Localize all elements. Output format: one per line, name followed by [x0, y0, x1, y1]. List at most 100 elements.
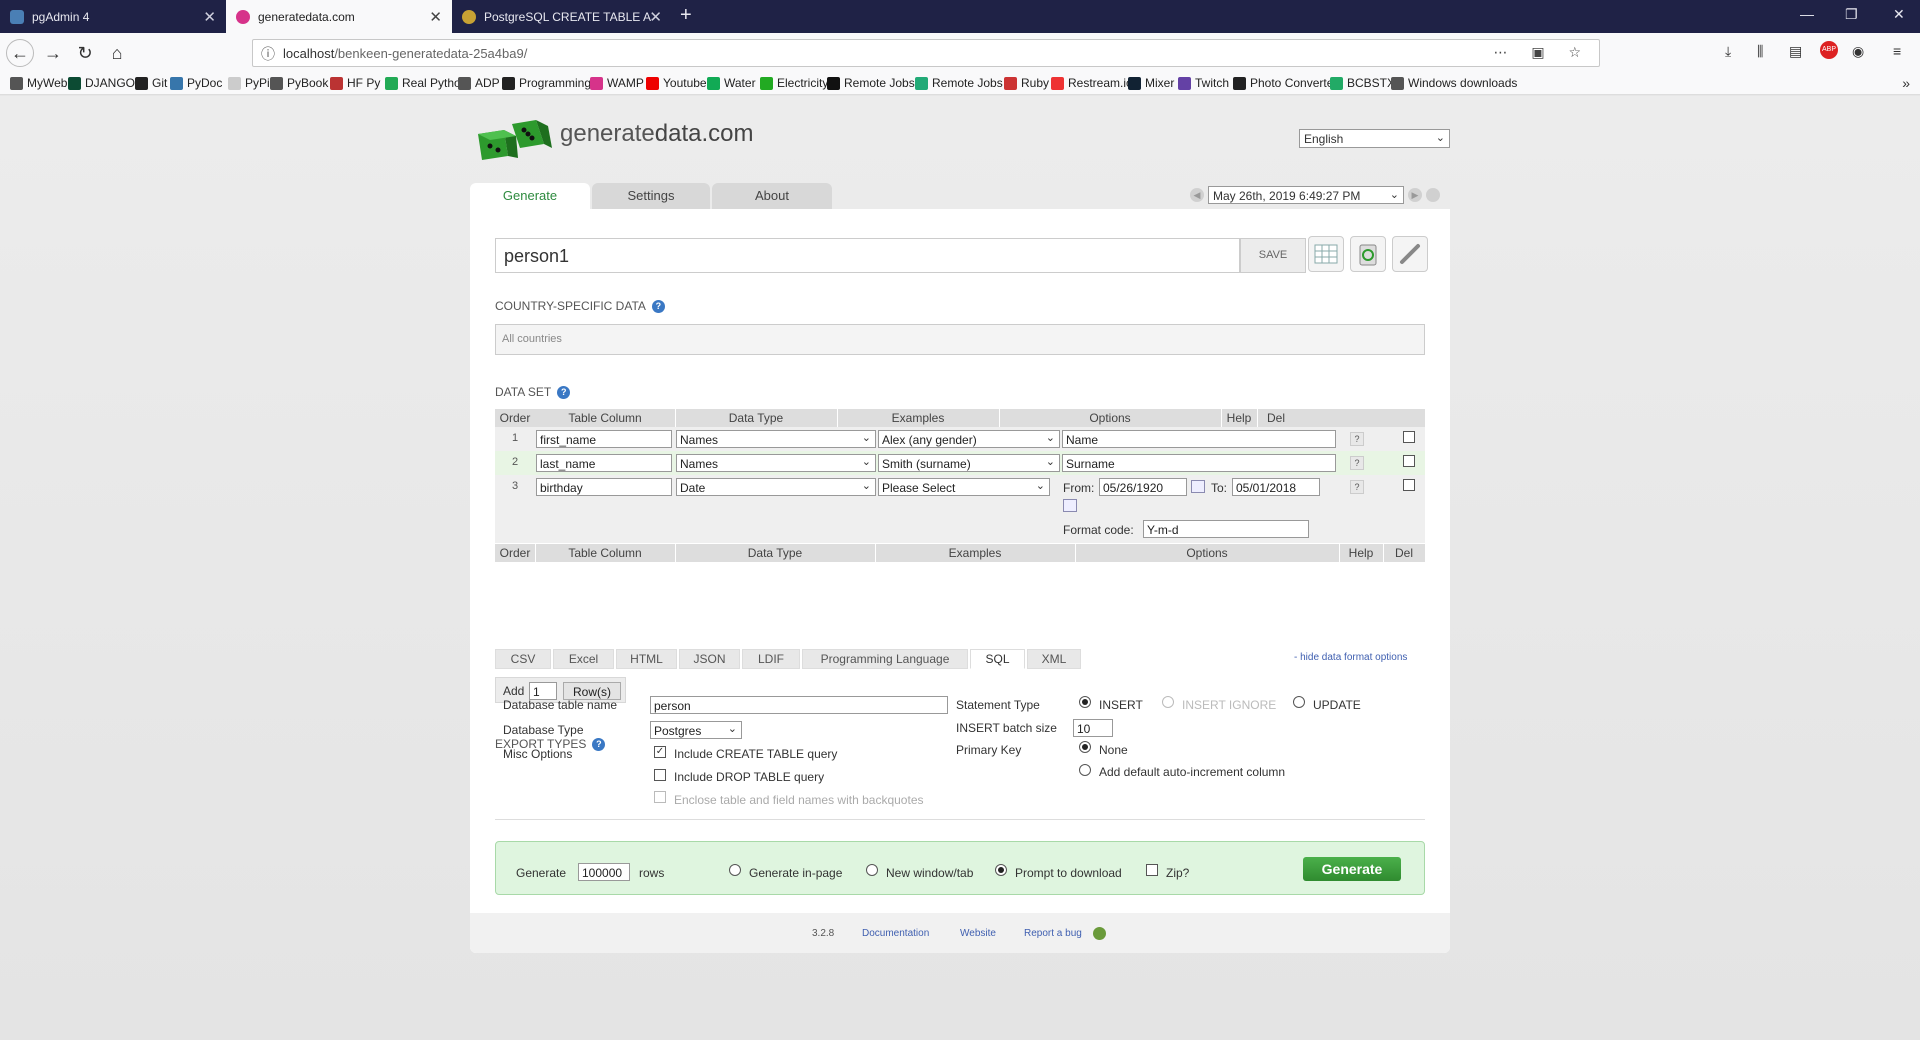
tab-csv[interactable]: CSV — [495, 649, 551, 669]
tab-programming-language[interactable]: Programming Language — [802, 649, 968, 669]
table-column-input[interactable]: first_name — [536, 430, 672, 448]
restore-icon[interactable]: ❐ — [1845, 6, 1858, 23]
new-window-radio[interactable] — [866, 864, 878, 876]
help-button[interactable]: ? — [1350, 432, 1364, 446]
data-type-select[interactable]: Names ⌄ — [676, 430, 876, 448]
browser-tab-generatedata[interactable]: generatedata.com ✕ — [226, 0, 452, 33]
tab-about[interactable]: About — [712, 183, 832, 209]
examples-select[interactable]: Smith (surname) ⌄ — [878, 454, 1060, 472]
help-icon[interactable]: ? — [557, 385, 571, 399]
country-input[interactable]: All countries — [495, 324, 1425, 355]
prompt-download-radio[interactable] — [995, 864, 1007, 876]
language-select[interactable]: English ⌄ — [1299, 129, 1450, 148]
website-link[interactable]: Website — [960, 928, 996, 939]
table-column-input[interactable]: birthday — [536, 478, 672, 496]
close-icon[interactable]: ✕ — [203, 8, 216, 26]
next-arrow-icon[interactable]: ▶ — [1408, 188, 1422, 202]
create-table-checkbox[interactable]: ✓ — [654, 746, 666, 758]
tab-html[interactable]: HTML — [616, 649, 677, 669]
browser-tab-pgadmin[interactable]: pgAdmin 4 ✕ — [0, 0, 226, 33]
pk-auto-radio[interactable] — [1079, 764, 1091, 776]
help-button[interactable]: ? — [1350, 456, 1364, 470]
options-input[interactable]: Name — [1062, 430, 1336, 448]
menu-icon[interactable]: ≡ — [1893, 43, 1901, 59]
more-bookmarks-icon[interactable]: » — [1902, 75, 1910, 91]
minimize-icon[interactable]: — — [1800, 6, 1814, 22]
tab-sql[interactable]: SQL — [970, 649, 1025, 669]
bookmark-pybook[interactable]: PyBook — [270, 76, 328, 90]
date-select[interactable]: May 26th, 2019 6:49:27 PM ⌄ — [1208, 186, 1404, 204]
calendar-icon[interactable] — [1191, 480, 1205, 493]
bookmark-remote-jobs-2[interactable]: Remote Jobs 2 — [915, 76, 1013, 90]
downloads-icon[interactable]: ⤓ — [1725, 43, 1731, 60]
zip-checkbox[interactable] — [1146, 864, 1158, 876]
forward-icon[interactable]: → — [40, 41, 66, 65]
batch-size-input[interactable]: 10 — [1073, 719, 1113, 737]
bookmark-pydoc[interactable]: PyDoc — [170, 76, 222, 90]
sidebar-icon[interactable]: ▤ — [1789, 43, 1802, 60]
bookmark-electricity[interactable]: Electricity — [760, 76, 828, 90]
data-type-select[interactable]: Names ⌄ — [676, 454, 876, 472]
examples-select[interactable]: Alex (any gender) ⌄ — [878, 430, 1060, 448]
clear-button[interactable] — [1350, 236, 1386, 272]
date-to-input[interactable]: 05/01/2018 — [1232, 478, 1320, 496]
bookmark-restream-io[interactable]: Restream.io — [1051, 76, 1133, 90]
table-name-input[interactable]: person — [650, 696, 948, 714]
new-tab-icon[interactable]: + — [680, 4, 692, 27]
close-icon[interactable]: ✕ — [649, 8, 662, 26]
report-bug-link[interactable]: Report a bug — [1024, 928, 1082, 939]
drop-table-checkbox[interactable] — [654, 769, 666, 781]
row-count-input[interactable]: 100000 — [578, 863, 630, 881]
insert-ignore-radio[interactable] — [1162, 696, 1174, 708]
tab-json[interactable]: JSON — [679, 649, 740, 669]
bookmark-bcbstx[interactable]: BCBSTX — [1330, 76, 1395, 90]
bookmark-windows-downloads[interactable]: Windows downloads — [1391, 76, 1517, 90]
bookmark-real-python[interactable]: Real Python — [385, 76, 467, 90]
tab-xml[interactable]: XML — [1027, 649, 1081, 669]
update-radio[interactable] — [1293, 696, 1305, 708]
url-bar[interactable]: ⓘ localhost/benkeen-generatedata-25a4ba9… — [252, 39, 1600, 67]
pk-none-radio[interactable] — [1079, 741, 1091, 753]
url-text[interactable]: localhost/benkeen-generatedata-25a4ba9/ — [283, 46, 527, 61]
data-type-select[interactable]: Date ⌄ — [676, 478, 876, 496]
info-icon[interactable]: ⓘ — [261, 44, 275, 64]
config-name-input[interactable]: person1 — [495, 238, 1240, 273]
tab-generate[interactable]: Generate — [470, 183, 590, 209]
tab-excel[interactable]: Excel — [553, 649, 614, 669]
help-button[interactable]: ? — [1350, 480, 1364, 494]
window-close-icon[interactable]: ✕ — [1893, 6, 1905, 23]
grid-view-button[interactable] — [1308, 236, 1344, 272]
hide-format-options-link[interactable]: - hide data format options — [1294, 652, 1407, 663]
help-icon[interactable]: ? — [651, 299, 665, 313]
page-actions-icon[interactable]: ⋯ ▣ ☆ — [1493, 44, 1591, 61]
tab-ldif[interactable]: LDIF — [742, 649, 800, 669]
bookmark-git[interactable]: Git — [135, 76, 167, 90]
bookmark-ruby[interactable]: Ruby — [1004, 76, 1049, 90]
date-from-input[interactable]: 05/26/1920 — [1099, 478, 1187, 496]
reload-icon[interactable]: ↻ — [72, 41, 98, 65]
close-icon[interactable]: ✕ — [429, 8, 442, 26]
bookmark-water[interactable]: Water — [707, 76, 756, 90]
bookmark-adp[interactable]: ADP — [458, 76, 500, 90]
insert-radio[interactable] — [1079, 696, 1091, 708]
adblock-icon[interactable]: ABP — [1820, 41, 1838, 59]
help-icon[interactable]: ? — [592, 737, 606, 751]
examples-select[interactable]: Please Select ⌄ — [878, 478, 1050, 496]
home-icon[interactable]: ⌂ — [104, 41, 130, 65]
backquotes-checkbox[interactable] — [654, 791, 666, 803]
bookmark-wamp[interactable]: WAMP — [590, 76, 644, 90]
generate-button[interactable]: Generate — [1303, 857, 1401, 881]
bookmark-pypi[interactable]: PyPi — [228, 76, 270, 90]
options-input[interactable]: Surname — [1062, 454, 1336, 472]
tab-settings[interactable]: Settings — [592, 183, 710, 209]
bookmark-youtube[interactable]: Youtube — [646, 76, 707, 90]
gear-icon[interactable] — [1426, 188, 1440, 202]
in-page-radio[interactable] — [729, 864, 741, 876]
bookmark-hf-py[interactable]: HF Py — [330, 76, 380, 90]
bookmark-remote-jobs-1[interactable]: Remote Jobs 1 — [827, 76, 925, 90]
format-code-input[interactable]: Y-m-d — [1143, 520, 1309, 538]
account-icon[interactable]: ◉ — [1852, 43, 1864, 60]
documentation-link[interactable]: Documentation — [862, 928, 929, 939]
back-icon[interactable]: ← — [6, 39, 34, 67]
delete-checkbox[interactable] — [1403, 431, 1415, 443]
